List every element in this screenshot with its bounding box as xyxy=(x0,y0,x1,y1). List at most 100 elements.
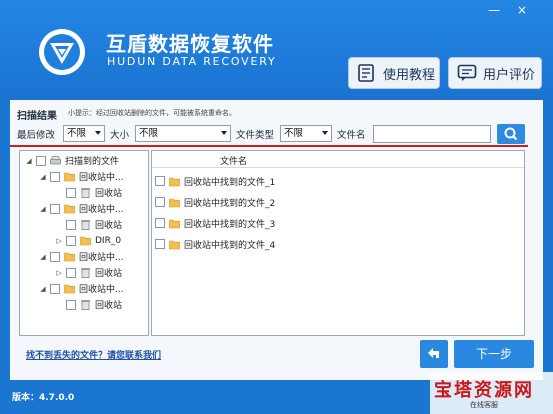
file-row[interactable]: 回收站中找到的文件_1 xyxy=(155,173,275,189)
file-row[interactable]: 回收站中找到的文件_4 xyxy=(155,236,275,252)
app-title: 互盾数据恢复软件 xyxy=(106,32,274,56)
collapse-toggle[interactable]: ◢ xyxy=(24,156,34,166)
file-name-label: 文件名 xyxy=(337,130,366,141)
tutorial-button[interactable]: 使用教程 xyxy=(348,57,440,89)
book-icon xyxy=(358,64,374,82)
file-name-input[interactable] xyxy=(373,125,491,143)
chevron-down-icon xyxy=(95,131,101,135)
tree-item-label: 回收站 xyxy=(95,301,123,311)
tree-item[interactable]: 回收站 xyxy=(66,217,122,232)
expand-toggle[interactable]: ▷ xyxy=(54,236,64,246)
main-panel: 扫描结果 小提示：经过回收站删除的文件，可能被系统重命名。 最后修改 不限 大小… xyxy=(10,100,543,380)
collapse-toggle[interactable]: ◢ xyxy=(38,172,48,182)
tree-item-label: 回收站 xyxy=(95,269,123,279)
close-button[interactable]: × xyxy=(512,3,532,17)
tree-root-label: 扫描到的文件 xyxy=(65,157,120,167)
tree-item[interactable]: ◢ 回收站中... xyxy=(38,201,124,216)
folder-icon xyxy=(80,236,91,246)
folder-tree[interactable]: ◢ 扫描到的文件 ◢ 回收站中... 回收站 ◢ 回收站中... 回收站 ▷ D… xyxy=(19,150,149,336)
file-row[interactable]: 回收站中找到的文件_2 xyxy=(155,194,275,210)
tree-item[interactable]: 回收站 xyxy=(66,297,122,312)
recycle-bin-icon xyxy=(81,268,90,278)
file-list-header: 文件名 xyxy=(152,151,524,168)
folder-icon xyxy=(64,204,75,214)
file-list[interactable]: 文件名 回收站中找到的文件_1 回收站中找到的文件_2 回收站中找到的文件_3 … xyxy=(151,150,525,336)
modified-select[interactable]: 不限 xyxy=(63,125,105,142)
tree-item-label: 回收站中... xyxy=(79,173,124,183)
checkbox[interactable] xyxy=(155,218,165,228)
modified-label: 最后修改 xyxy=(17,130,56,141)
column-header-filename[interactable]: 文件名 xyxy=(220,154,247,167)
watermark: 宝塔资源网 在线客服 xyxy=(430,372,553,414)
tree-item-label: 回收站 xyxy=(95,221,123,231)
file-name: 回收站中找到的文件_2 xyxy=(184,198,276,209)
size-select-value: 不限 xyxy=(139,128,159,139)
folder-icon xyxy=(169,240,180,249)
tree-item-label: 回收站中... xyxy=(79,253,124,263)
checkbox[interactable] xyxy=(66,235,76,246)
version-label: 版本：4.7.0.0 xyxy=(12,393,75,403)
file-row[interactable]: 回收站中找到的文件_3 xyxy=(155,215,275,231)
next-button[interactable]: 下一步 xyxy=(454,340,534,368)
checkbox[interactable] xyxy=(155,197,165,207)
chevron-down-icon xyxy=(221,131,227,135)
recycle-bin-icon xyxy=(81,220,90,230)
expand-toggle[interactable]: ▷ xyxy=(54,268,64,278)
file-type-label: 文件类型 xyxy=(236,130,275,141)
filter-bar: 最后修改 不限 大小 不限 文件类型 不限 文件名 xyxy=(17,124,533,144)
chevron-down-icon xyxy=(322,131,328,135)
tutorial-label: 使用教程 xyxy=(383,67,436,83)
back-button[interactable] xyxy=(420,340,448,368)
size-select[interactable]: 不限 xyxy=(135,125,231,142)
size-label: 大小 xyxy=(110,130,130,141)
checkbox[interactable] xyxy=(50,203,60,214)
tree-item[interactable]: ◢ 回收站中... xyxy=(38,169,124,184)
file-type-select-value: 不限 xyxy=(284,128,304,139)
tree-item[interactable]: ▷ DIR_0 xyxy=(54,233,121,248)
search-button[interactable] xyxy=(497,124,525,144)
checkbox[interactable] xyxy=(50,251,60,262)
divider xyxy=(10,145,528,147)
tree-item[interactable]: ◢ 回收站中... xyxy=(38,249,124,264)
folder-icon xyxy=(169,177,180,186)
tree-root[interactable]: ◢ 扫描到的文件 xyxy=(24,153,119,168)
checkbox[interactable] xyxy=(50,171,60,182)
checkbox[interactable] xyxy=(66,219,76,230)
collapse-toggle[interactable]: ◢ xyxy=(38,252,48,262)
contact-us-link[interactable]: 找不到丢失的文件？请您联系我们 xyxy=(26,348,161,361)
tree-item[interactable]: ◢ 回收站中... xyxy=(38,281,124,296)
checkbox[interactable] xyxy=(155,239,165,249)
checkbox[interactable] xyxy=(66,299,76,310)
folder-icon xyxy=(169,198,180,207)
watermark-subtext: 在线客服 xyxy=(470,401,498,409)
app-subtitle: HUDUN DATA RECOVERY xyxy=(107,55,277,68)
collapse-toggle[interactable]: ◢ xyxy=(38,284,48,294)
tree-item-label: DIR_0 xyxy=(95,235,122,246)
tree-item[interactable]: 回收站 xyxy=(66,185,122,200)
file-name: 回收站中找到的文件_4 xyxy=(184,240,276,251)
folder-icon xyxy=(64,284,75,294)
user-review-button[interactable]: 用户评价 xyxy=(448,57,542,89)
scan-tip: 小提示：经过回收站删除的文件，可能被系统重命名。 xyxy=(68,109,236,117)
checkbox[interactable] xyxy=(50,283,60,294)
checkbox[interactable] xyxy=(66,267,76,278)
checkbox[interactable] xyxy=(155,176,165,186)
search-icon xyxy=(504,127,518,141)
folder-icon xyxy=(64,172,75,182)
collapse-toggle[interactable]: ◢ xyxy=(38,204,48,214)
checkbox[interactable] xyxy=(36,155,46,166)
tree-item-label: 回收站 xyxy=(95,189,123,199)
tree-item-label: 回收站中... xyxy=(79,285,124,295)
minimize-button[interactable]: — xyxy=(484,3,504,17)
app-header: — × 互盾数据恢复软件 HUDUN DATA RECOVERY 使用教程 用户… xyxy=(0,0,553,100)
file-name: 回收站中找到的文件_3 xyxy=(184,219,276,230)
tree-item-label: 回收站中... xyxy=(79,205,124,215)
recycle-bin-icon xyxy=(81,300,90,310)
modified-select-value: 不限 xyxy=(67,128,87,139)
tree-item[interactable]: ▷ 回收站 xyxy=(54,265,122,280)
file-type-select[interactable]: 不限 xyxy=(280,125,332,142)
recycle-bin-icon xyxy=(81,188,90,198)
folder-icon xyxy=(169,219,180,228)
folder-icon xyxy=(64,252,75,262)
checkbox[interactable] xyxy=(66,187,76,198)
